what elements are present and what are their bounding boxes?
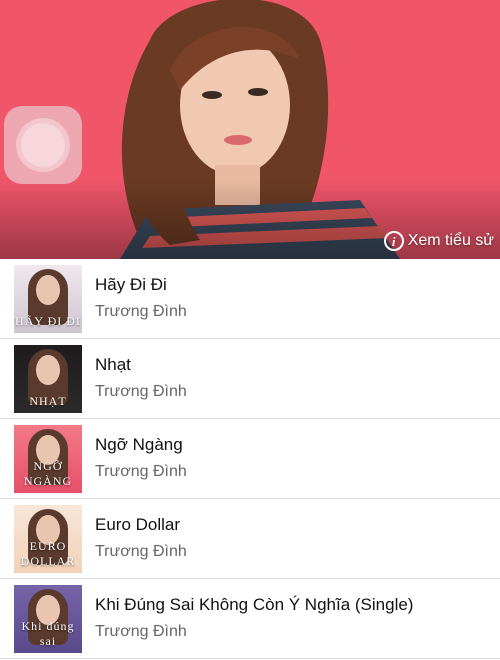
song-list-item[interactable]: NGỠ NGÀNG Ngỡ Ngàng Trương Đình <box>0 419 500 499</box>
song-artist: Trương Đình <box>95 463 187 480</box>
album-cover: NHẠT <box>14 345 82 413</box>
view-biography-label: Xem tiểu sử <box>407 232 494 249</box>
song-list-item[interactable]: Khi đúng sai Khi Đúng Sai Không Còn Ý Ng… <box>0 579 500 659</box>
album-cover: EURO DOLLAR <box>14 505 82 573</box>
album-cover: HÃY ĐI ĐI <box>14 265 82 333</box>
album-cover: Khi đúng sai <box>14 585 82 653</box>
album-cover-text: NGỠ NGÀNG <box>23 459 73 488</box>
song-title: Nhạt <box>95 355 131 374</box>
artist-hero-banner: i Xem tiểu sử <box>0 0 500 259</box>
assistive-touch-button[interactable] <box>4 106 82 184</box>
album-cover-text: HÃY ĐI ĐI <box>15 314 81 328</box>
song-title: Khi Đúng Sai Không Còn Ý Nghĩa (Single) <box>95 595 414 614</box>
song-artist: Trương Đình <box>95 383 187 400</box>
song-title: Euro Dollar <box>95 515 181 534</box>
info-icon: i <box>383 231 404 251</box>
view-biography-button[interactable]: i Xem tiểu sử <box>383 231 494 251</box>
song-list: HÃY ĐI ĐI Hãy Đi Đi Trương Đình NHẠT Nhạ… <box>0 259 500 659</box>
song-artist: Trương Đình <box>95 543 187 560</box>
song-artist: Trương Đình <box>95 303 187 320</box>
song-title: Ngỡ Ngàng <box>95 435 183 454</box>
song-artist: Trương Đình <box>95 623 187 640</box>
song-list-item[interactable]: EURO DOLLAR Euro Dollar Trương Đình <box>0 499 500 579</box>
assistive-touch-icon <box>21 123 65 167</box>
song-list-item[interactable]: HÃY ĐI ĐI Hãy Đi Đi Trương Đình <box>0 259 500 339</box>
song-title: Hãy Đi Đi <box>95 275 167 294</box>
album-cover: NGỠ NGÀNG <box>14 425 82 493</box>
album-cover-text: Khi đúng sai <box>21 619 75 648</box>
album-cover-text: EURO DOLLAR <box>20 539 76 568</box>
song-list-item[interactable]: NHẠT Nhạt Trương Đình <box>0 339 500 419</box>
album-cover-text: NHẠT <box>29 394 67 408</box>
